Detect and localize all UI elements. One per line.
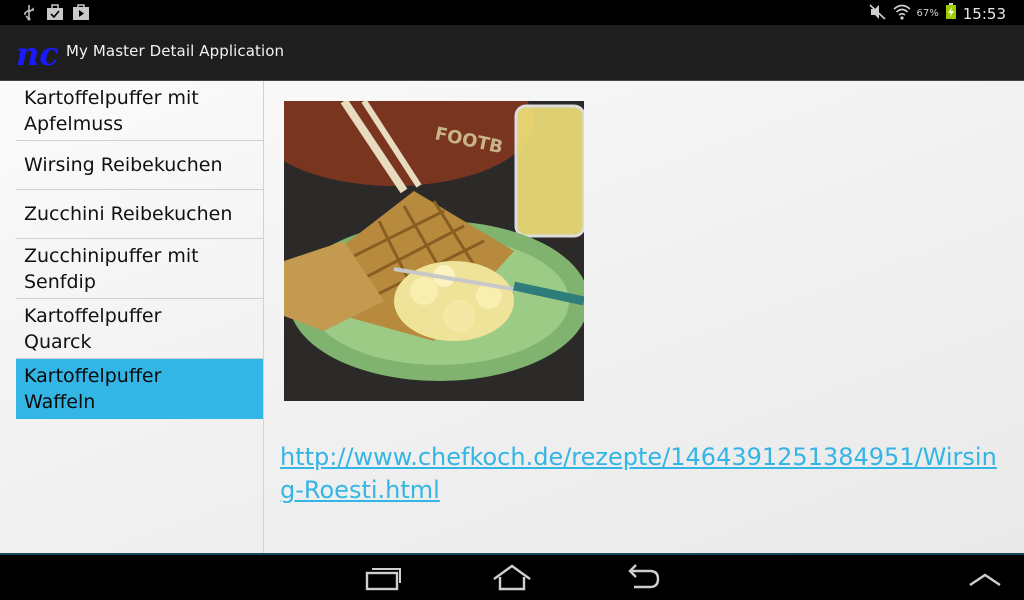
- wifi-icon: [893, 4, 911, 24]
- list-item-title: Kartoffelpuffer: [24, 365, 162, 387]
- status-icons-left: [20, 4, 90, 21]
- mute-icon: [868, 3, 887, 24]
- list-item-title-line2: Senfdip: [24, 270, 96, 293]
- menu-up-icon[interactable]: [966, 563, 1006, 593]
- back-icon[interactable]: [622, 563, 662, 593]
- home-icon[interactable]: [492, 563, 532, 593]
- briefcase-icon: [46, 4, 64, 21]
- navigation-bar: [0, 553, 1024, 600]
- status-clock: 15:53: [962, 4, 1006, 23]
- list-item-title: Zucchinipuffer mit: [24, 244, 199, 267]
- app-title: My Master Detail Application: [66, 42, 285, 60]
- list-item[interactable]: Kartoffelpuffer Quarck: [16, 299, 263, 359]
- recipe-photo: FOOTB: [284, 101, 584, 401]
- list-item-title-line2: Waffeln: [24, 391, 96, 413]
- app-logo-icon[interactable]: nc: [16, 35, 60, 73]
- play-store-icon: [72, 4, 90, 21]
- list-item-selected[interactable]: Kartoffelpuffer Waffeln: [16, 359, 263, 419]
- list-item-title: Zucchini Reibekuchen: [24, 203, 233, 225]
- recipe-link[interactable]: http://www.chefkoch.de/rezepte/146439125…: [280, 441, 1000, 507]
- list-item[interactable]: Zucchinipuffer mit Senfdip: [16, 239, 263, 299]
- detail-pane: FOOTB http://www.chefkoch.de/rezepte/146…: [265, 81, 1024, 553]
- main-content: Kartoffelpuffer mit Apfelmuss Wirsing Re…: [0, 81, 1024, 553]
- recent-apps-icon[interactable]: [362, 563, 402, 593]
- status-bar: 67% 15:53: [0, 0, 1024, 25]
- battery-charging-icon: [945, 3, 957, 24]
- list-item-title: Kartoffelpuffer mit: [24, 86, 199, 109]
- list-item-title-line2: Quarck: [24, 330, 92, 353]
- svg-text:nc: nc: [16, 39, 59, 69]
- usb-icon: [20, 4, 38, 21]
- list-item[interactable]: Zucchini Reibekuchen: [16, 190, 263, 239]
- list-item-title: Kartoffelpuffer: [24, 304, 162, 327]
- action-bar: nc My Master Detail Application: [0, 25, 1024, 81]
- list-item-title: Wirsing Reibekuchen: [24, 154, 223, 176]
- list-item[interactable]: Kartoffelpuffer mit Apfelmuss: [16, 81, 263, 141]
- status-icons-right: 67% 15:53: [868, 3, 1006, 24]
- battery-percent: 67%: [916, 8, 939, 19]
- recipe-list: Kartoffelpuffer mit Apfelmuss Wirsing Re…: [0, 81, 264, 553]
- list-item-title-line2: Apfelmuss: [24, 112, 124, 135]
- list-item[interactable]: Wirsing Reibekuchen: [16, 141, 263, 190]
